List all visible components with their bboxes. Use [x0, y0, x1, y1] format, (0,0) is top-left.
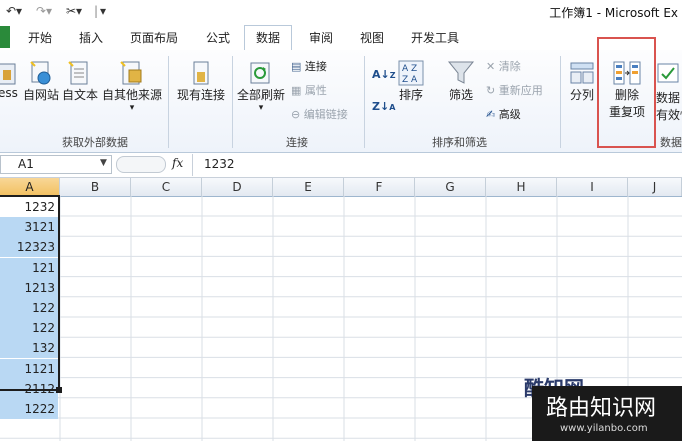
existing-connections-icon	[193, 61, 209, 85]
column-header-c[interactable]: C	[131, 178, 202, 196]
tab-developer[interactable]: 开发工具	[409, 28, 461, 48]
chevron-down-icon[interactable]: ▼	[100, 158, 107, 168]
cell-a11[interactable]: 1222	[0, 399, 58, 419]
name-box-value: A1	[18, 157, 34, 171]
group-label-connections: 连接	[286, 136, 308, 149]
tab-insert[interactable]: 插入	[77, 28, 105, 48]
connections-icon: ▤	[291, 60, 302, 73]
text-file-icon	[68, 61, 88, 85]
selection-border	[0, 195, 60, 391]
column-header-e[interactable]: E	[273, 178, 344, 196]
group-separator	[560, 56, 561, 148]
globe-icon	[30, 61, 51, 85]
svg-text:Z A: Z A	[402, 75, 418, 85]
advanced-filter-icon: ✍	[486, 108, 496, 121]
svg-text:A Z: A Z	[402, 64, 417, 74]
properties-button[interactable]: ▦ 属性	[291, 82, 327, 100]
from-text-button[interactable]: 自文本	[60, 60, 100, 103]
sort-icon: A ZZ A	[398, 60, 424, 86]
column-header-j[interactable]: J	[628, 178, 682, 196]
window-title: 工作簿1 - Microsoft Ex	[549, 6, 678, 20]
chevron-down-icon: ▾	[258, 103, 264, 113]
existing-connections-button[interactable]: 现有连接	[174, 60, 228, 103]
refresh-icon	[250, 62, 270, 84]
column-header-a[interactable]: A	[0, 178, 60, 196]
highlight-box	[597, 37, 656, 148]
tab-review[interactable]: 审阅	[307, 28, 335, 48]
title-bar: ↶▾ ↷▾ ✂▾ | ▾ 工作簿1 - Microsoft Ex	[0, 0, 682, 24]
from-access-button[interactable]: ess	[0, 60, 20, 100]
from-other-sources-button[interactable]: 自其他来源 ▾	[100, 60, 164, 113]
other-sources-icon	[120, 61, 142, 85]
connections-button[interactable]: ▤ 连接	[291, 58, 327, 76]
tab-view[interactable]: 视图	[358, 28, 386, 48]
text-to-columns-button[interactable]: 分列	[566, 60, 598, 103]
column-header-g[interactable]: G	[415, 178, 486, 196]
data-validation-button[interactable]: 数据 有效性	[656, 60, 682, 123]
group-separator	[232, 56, 233, 148]
refresh-all-button[interactable]: 全部刷新 ▾	[236, 60, 286, 113]
database-icon	[0, 63, 16, 85]
funnel-icon	[447, 61, 475, 84]
group-label-sort-filter: 排序和筛选	[432, 136, 487, 149]
column-header-i[interactable]: I	[557, 178, 628, 196]
column-header-d[interactable]: D	[202, 178, 273, 196]
from-web-button[interactable]: 自网站	[22, 60, 60, 103]
group-label-get-external-data: 获取外部数据	[62, 136, 128, 149]
tab-formulas[interactable]: 公式	[204, 28, 232, 48]
watermark-url: www.yilanbo.com	[560, 423, 648, 434]
sort-ascending-icon[interactable]: A↓Z	[372, 66, 396, 84]
column-header-h[interactable]: H	[486, 178, 557, 196]
fill-handle[interactable]	[56, 387, 62, 393]
clear-button[interactable]: ✕ 清除	[486, 58, 521, 76]
dropdown-icon[interactable]: ▾	[100, 4, 106, 18]
tab-home[interactable]: 开始	[26, 28, 54, 48]
name-box[interactable]	[0, 155, 112, 174]
watermark-text: 路由知识网	[546, 396, 657, 421]
customize-icon[interactable]: ✂▾	[66, 4, 82, 18]
tab-file[interactable]	[0, 26, 10, 48]
advanced-button[interactable]: ✍ 高级	[486, 106, 521, 124]
data-validation-icon	[657, 63, 679, 83]
tab-page-layout[interactable]: 页面布局	[128, 28, 180, 48]
toolbar-separator: |	[94, 4, 99, 18]
formula-bar-separator	[116, 156, 166, 173]
group-label-data-tools: 数据	[660, 136, 682, 149]
column-header-f[interactable]: F	[344, 178, 415, 196]
insert-function-icon[interactable]: fx	[172, 156, 183, 170]
filter-button[interactable]: 筛选	[444, 60, 478, 103]
formula-divider	[192, 154, 193, 176]
group-separator	[364, 56, 365, 148]
sort-descending-icon[interactable]: Z↓A	[372, 98, 395, 116]
sort-button[interactable]: A ZZ A 排序	[396, 60, 426, 103]
tab-data[interactable]: 数据	[244, 25, 292, 52]
chevron-down-icon: ▾	[129, 103, 135, 113]
group-separator	[168, 56, 169, 148]
formula-input[interactable]: 1232	[204, 157, 235, 171]
edit-links-button[interactable]: ⊖ 编辑链接	[291, 106, 348, 124]
undo-icon[interactable]: ↶▾	[6, 4, 22, 18]
reapply-icon: ↻	[486, 84, 496, 97]
properties-icon: ▦	[291, 84, 302, 97]
redo-icon[interactable]: ↷▾	[36, 4, 52, 18]
clear-filter-icon: ✕	[486, 60, 496, 73]
column-header-b[interactable]: B	[60, 178, 131, 196]
text-to-columns-icon	[570, 62, 594, 84]
link-icon: ⊖	[291, 108, 301, 121]
reapply-button[interactable]: ↻ 重新应用	[486, 82, 543, 100]
